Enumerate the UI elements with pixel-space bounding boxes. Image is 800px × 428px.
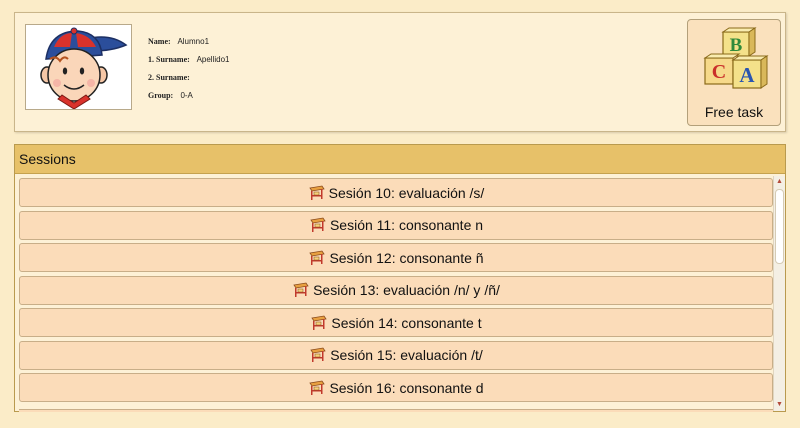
school-desk-icon — [309, 250, 326, 265]
surname1-label: 1. Surname: — [148, 55, 190, 64]
scroll-up-arrow-icon[interactable]: ▲ — [774, 176, 785, 188]
session-label: Sesión 16: consonante d — [329, 379, 484, 396]
session-item-12[interactable]: Sesión 12: consonante ñ — [19, 243, 773, 272]
sessions-scrollbar[interactable]: ▲ ▼ — [773, 176, 785, 411]
school-desk-icon — [308, 185, 325, 200]
session-label: Sesión 13: evaluación /n/ y /ñ/ — [313, 282, 500, 298]
sessions-list: Sesión 10: evaluación /s/ Sesión 11: con… — [19, 178, 773, 406]
session-item-15[interactable]: Sesión 15: evaluación /t/ — [19, 340, 773, 370]
session-label: Sesión 11: consonante n — [329, 217, 484, 233]
svg-text:C: C — [712, 61, 726, 83]
group-row: Group: 0-A — [148, 91, 229, 109]
session-label: Sesión 12: consonante ñ — [329, 249, 484, 266]
session-item-14[interactable]: Sesión 14: consonante t — [19, 308, 773, 337]
school-desk-icon — [310, 347, 326, 362]
surname1-row: 1. Surname: Apellido1 — [148, 55, 229, 73]
boy-avatar-icon — [40, 27, 128, 110]
name-row: Name: Alumno1 — [148, 37, 229, 55]
school-desk-icon — [293, 282, 309, 297]
session-item-13[interactable]: Sesión 13: evaluación /n/ y /ñ/ — [19, 275, 773, 305]
session-item-partial[interactable] — [19, 409, 773, 412]
group-label: Group: — [148, 91, 174, 100]
sessions-panel: Sessions Sesión 10: evaluación /s/ Sesió… — [14, 144, 786, 412]
session-item-11[interactable]: Sesión 11: consonante n — [19, 210, 773, 240]
scroll-thumb[interactable] — [775, 189, 784, 264]
svg-text:A: A — [739, 63, 755, 87]
name-label: Name: — [148, 37, 171, 46]
school-desk-icon — [311, 315, 328, 330]
name-value: Alumno1 — [177, 37, 210, 46]
free-task-button[interactable]: B C A Free task — [687, 19, 781, 126]
school-desk-icon — [310, 217, 326, 232]
session-item-16[interactable]: Sesión 16: consonante d — [19, 373, 773, 402]
profile-panel: Name: Alumno1 1. Surname: Apellido1 2. S… — [14, 12, 786, 132]
surname1-value: Apellido1 — [196, 55, 230, 64]
session-item-10[interactable]: Sesión 10: evaluación /s/ — [19, 178, 773, 207]
avatar — [25, 24, 132, 110]
student-info: Name: Alumno1 1. Surname: Apellido1 2. S… — [148, 37, 229, 109]
group-value: 0-A — [180, 91, 193, 100]
abc-blocks-icon: B C A — [703, 27, 769, 89]
sessions-header: Sessions — [15, 145, 785, 174]
session-label: Sesión 10: evaluación /s/ — [328, 184, 485, 201]
school-desk-icon — [309, 380, 326, 395]
surname2-label: 2. Surname: — [148, 73, 190, 82]
surname2-row: 2. Surname: — [148, 73, 229, 91]
session-label: Sesión 15: evaluación /t/ — [330, 347, 483, 363]
scroll-down-arrow-icon[interactable]: ▼ — [774, 399, 785, 411]
session-label: Sesión 14: consonante t — [331, 314, 482, 331]
svg-text:B: B — [730, 35, 743, 56]
free-task-label: Free task — [704, 104, 764, 120]
